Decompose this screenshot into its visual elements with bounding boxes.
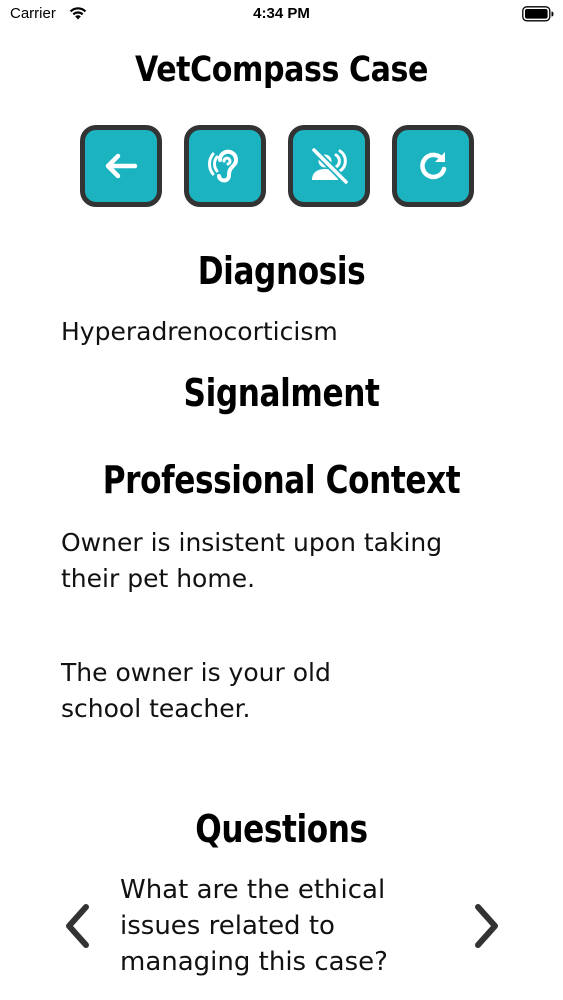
signalment-heading: Signalment bbox=[183, 371, 380, 415]
next-question-button[interactable] bbox=[472, 903, 502, 949]
chevron-left-icon bbox=[66, 904, 89, 948]
professional-context-heading: Professional Context bbox=[102, 458, 461, 502]
hearing-icon bbox=[208, 149, 238, 183]
refresh-button[interactable] bbox=[392, 125, 474, 207]
chevron-right-icon bbox=[475, 904, 498, 948]
listen-button[interactable] bbox=[184, 125, 266, 207]
refresh-icon bbox=[420, 152, 447, 180]
diagnosis-heading: Diagnosis bbox=[197, 249, 366, 293]
battery-icon bbox=[522, 6, 554, 22]
arrow-left-icon bbox=[105, 153, 138, 179]
status-time: 4:34 PM bbox=[253, 5, 310, 22]
questions-heading: Questions bbox=[195, 807, 368, 851]
diagnosis-text: Hyperadrenocorticism bbox=[61, 317, 338, 346]
page-title: VetCompass Case bbox=[134, 50, 429, 90]
back-button[interactable] bbox=[80, 125, 162, 207]
previous-question-button[interactable] bbox=[62, 903, 92, 949]
status-bar: Carrier 4:34 PM bbox=[0, 0, 563, 30]
context-paragraph-1: Owner is insistent upon taking their pet… bbox=[61, 528, 443, 593]
voice-off-button[interactable] bbox=[288, 125, 370, 207]
context-paragraph-2: The owner is your old school teacher. bbox=[61, 658, 331, 723]
question-text: What are the ethical issues related to m… bbox=[120, 875, 388, 977]
toolbar bbox=[80, 125, 480, 215]
voice-off-icon bbox=[310, 146, 350, 186]
